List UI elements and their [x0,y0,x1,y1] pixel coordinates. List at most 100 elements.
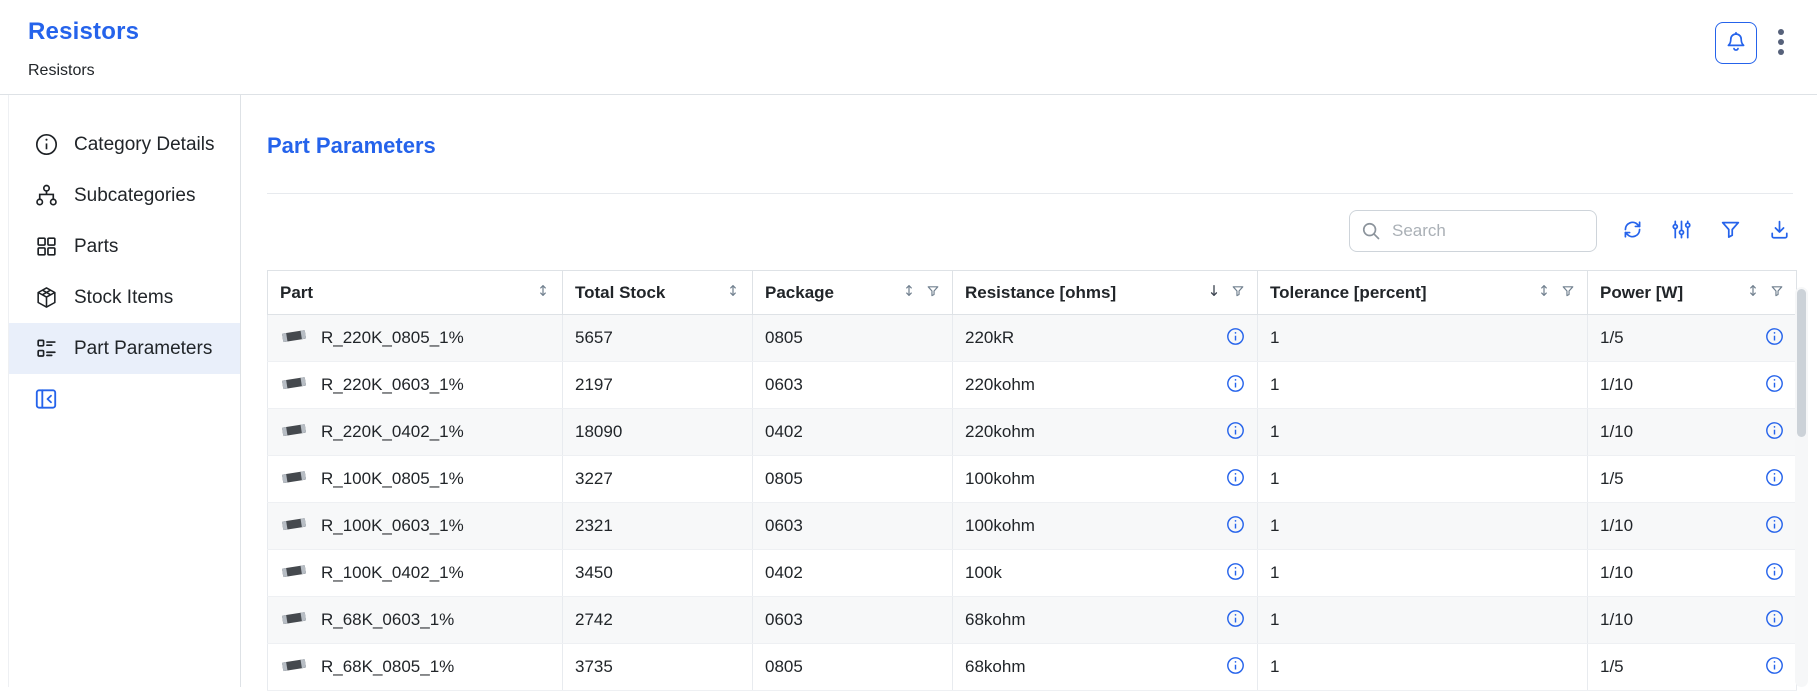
part-name: R_68K_0603_1% [321,610,454,630]
column-header-resistance[interactable]: Resistance [ohms] [953,271,1258,315]
section-title: Part Parameters [267,133,1817,159]
info-circle-icon [33,132,59,157]
table-row[interactable]: R_68K_0805_1% 3735 0805 68kohm 1 1/5 [268,644,1797,691]
info-icon [1226,327,1245,349]
power-value: 1/10 [1600,610,1633,630]
part-name: R_100K_0603_1% [321,516,464,536]
power-value: 1/10 [1600,516,1633,536]
sort-icon [902,283,916,303]
info-icon [1226,515,1245,537]
table-row[interactable]: R_100K_0603_1% 2321 0603 100kohm 1 1/10 [268,503,1797,550]
sidebar-item-part-parameters[interactable]: Part Parameters [9,323,240,374]
table-row[interactable]: R_100K_0402_1% 3450 0402 100k 1 1/10 [268,550,1797,597]
section-divider [267,193,1793,194]
scrollbar-thumb[interactable] [1797,289,1806,437]
info-icon [1226,562,1245,584]
table-row[interactable]: R_220K_0402_1% 18090 0402 220kohm 1 1/10 [268,409,1797,456]
tolerance-cell: 1 [1258,644,1588,691]
parameter-info-button[interactable] [1765,515,1784,537]
info-icon [1765,609,1784,631]
refresh-icon [1621,218,1644,244]
resistance-value: 100k [965,563,1002,583]
notifications-button[interactable] [1715,22,1757,64]
search-input[interactable] [1349,210,1597,252]
table-row[interactable]: R_68K_0603_1% 2742 0603 68kohm 1 1/10 [268,597,1797,644]
filter-funnel-icon[interactable] [1561,283,1575,303]
search-icon [1360,220,1382,247]
filter-funnel-icon[interactable] [926,283,940,303]
download-button[interactable] [1766,216,1793,246]
parameter-info-button[interactable] [1226,327,1245,349]
info-icon [1226,421,1245,443]
parameter-info-button[interactable] [1226,468,1245,490]
sidebar-collapse-icon [33,386,59,415]
package-cell: 0603 [753,362,953,409]
parameter-info-button[interactable] [1765,656,1784,678]
parameter-info-button[interactable] [1765,327,1784,349]
parameter-info-button[interactable] [1226,562,1245,584]
column-header-part[interactable]: Part [268,271,563,315]
part-name: R_220K_0805_1% [321,328,464,348]
breadcrumb[interactable]: Resistors [28,62,139,80]
column-header-package[interactable]: Package [753,271,953,315]
part-name: R_100K_0402_1% [321,563,464,583]
part-name: R_68K_0805_1% [321,657,454,677]
vertical-scrollbar[interactable] [1795,287,1808,687]
column-label: Power [W] [1600,283,1683,303]
power-value: 1/5 [1600,328,1624,348]
column-settings-button[interactable] [1668,216,1695,246]
column-header-power[interactable]: Power [W] [1588,271,1797,315]
column-label: Tolerance [percent] [1270,283,1427,303]
filter-funnel-icon[interactable] [1770,283,1784,303]
parameter-info-button[interactable] [1226,421,1245,443]
parameter-info-button[interactable] [1765,468,1784,490]
column-header-total-stock[interactable]: Total Stock [563,271,753,315]
info-icon [1226,468,1245,490]
page-title: Resistors [28,18,139,46]
resistance-value: 100kohm [965,469,1035,489]
parameter-info-button[interactable] [1765,562,1784,584]
package-cell: 0603 [753,597,953,644]
sort-icon [1537,283,1551,303]
package-cell: 0805 [753,456,953,503]
parameter-info-button[interactable] [1765,421,1784,443]
sidebar-item-subcategories[interactable]: Subcategories [9,170,240,221]
sidebar-item-label: Category Details [74,134,214,156]
sidebar-item-stock-items[interactable]: Stock Items [9,272,240,323]
refresh-button[interactable] [1619,216,1646,246]
table-row[interactable]: R_100K_0805_1% 3227 0805 100kohm 1 1/5 [268,456,1797,503]
parameter-info-button[interactable] [1226,374,1245,396]
total-stock-cell: 2321 [563,503,753,550]
filter-funnel-icon[interactable] [1231,283,1245,303]
tolerance-cell: 1 [1258,456,1588,503]
sidebar-item-category-details[interactable]: Category Details [9,119,240,170]
parameter-info-button[interactable] [1226,656,1245,678]
sort-icon [726,283,740,303]
column-label: Resistance [ohms] [965,283,1116,303]
parameter-info-button[interactable] [1765,374,1784,396]
info-icon [1765,562,1784,584]
resistor-thumbnail [280,421,308,444]
column-label: Package [765,283,834,303]
sidebar-item-parts[interactable]: Parts [9,221,240,272]
column-header-tolerance[interactable]: Tolerance [percent] [1258,271,1588,315]
power-value: 1/10 [1600,422,1633,442]
table-row[interactable]: R_220K_0805_1% 5657 0805 220kR 1 1/5 [268,315,1797,362]
parameter-info-button[interactable] [1226,515,1245,537]
filter-button[interactable] [1717,216,1744,246]
parameter-info-button[interactable] [1765,609,1784,631]
sidebar-collapse-button[interactable] [33,386,59,415]
power-value: 1/10 [1600,375,1633,395]
resistor-thumbnail [280,468,308,491]
sidebar-item-label: Subcategories [74,185,195,207]
bell-icon [1724,30,1748,57]
table-header-row: Part Total Stoc [268,271,1797,315]
total-stock-cell: 3450 [563,550,753,597]
tolerance-cell: 1 [1258,503,1588,550]
overflow-menu-button[interactable] [1775,24,1787,63]
info-icon [1765,327,1784,349]
parameter-info-button[interactable] [1226,609,1245,631]
power-value: 1/5 [1600,657,1624,677]
table-row[interactable]: R_220K_0603_1% 2197 0603 220kohm 1 1/10 [268,362,1797,409]
info-icon [1226,374,1245,396]
